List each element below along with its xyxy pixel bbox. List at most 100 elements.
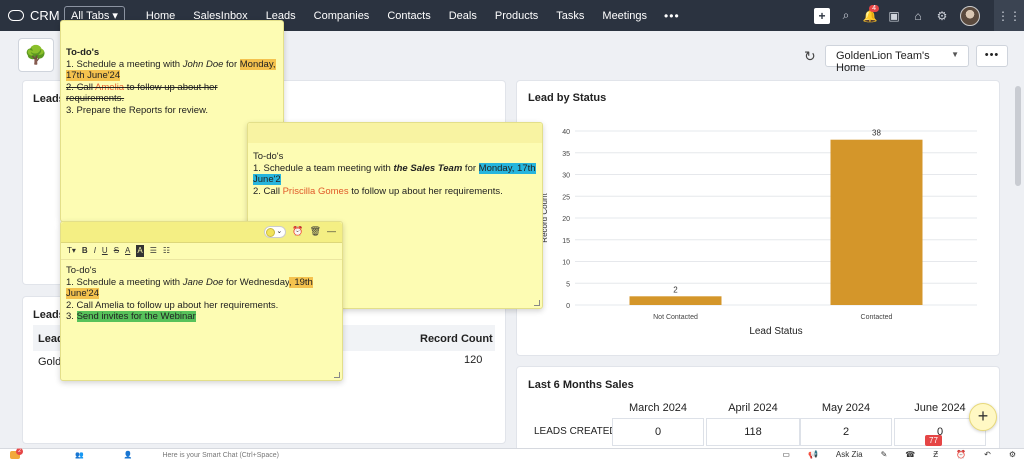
tab-meetings[interactable]: Meetings bbox=[593, 10, 656, 22]
y-tick-label: 15 bbox=[562, 238, 570, 245]
bold-button[interactable]: B bbox=[82, 245, 88, 257]
crm-brand[interactable]: CRM bbox=[0, 8, 62, 23]
user-avatar[interactable] bbox=[960, 5, 980, 26]
note-text: 1. Schedule a meeting with bbox=[66, 58, 183, 70]
note-line-strikethrough: 2. Call Amelia to follow up about her re… bbox=[66, 82, 278, 105]
undo-icon[interactable]: ↶ bbox=[984, 450, 991, 459]
note-title: To-do's bbox=[66, 265, 97, 276]
tab-tasks[interactable]: Tasks bbox=[547, 10, 593, 22]
sales-cell: 0 bbox=[612, 418, 704, 446]
italic-button[interactable]: I bbox=[94, 245, 96, 257]
note-text: for Wednesday bbox=[223, 276, 290, 288]
settings-icon[interactable]: ⚙ bbox=[1009, 450, 1016, 459]
settings-gear-icon[interactable]: ⚙ bbox=[930, 0, 954, 31]
y-tick-label: 0 bbox=[566, 303, 570, 310]
font-size-button[interactable]: T▾ bbox=[67, 245, 76, 257]
alarm-icon[interactable]: ⏰ bbox=[292, 226, 303, 238]
ask-zia-button[interactable]: Ask Zia bbox=[836, 450, 863, 459]
home-view-dropdown[interactable]: GoldenLion Team's Home ▼ bbox=[825, 45, 969, 74]
y-tick-label: 10 bbox=[562, 260, 570, 267]
note-line: 3. Prepare the Reports for review. bbox=[66, 104, 209, 116]
crm-logo-icon bbox=[8, 10, 24, 21]
bar-value-label: 38 bbox=[872, 129, 881, 138]
note-text: 1. Schedule a meeting with bbox=[66, 276, 183, 288]
format-toolbar: T▾ B I U S A A ☰ ☷ bbox=[61, 243, 342, 260]
sticky-note-3[interactable]: ⌄ ⏰ 🗑 — T▾ B I U S A A ☰ ☷ To-do's 1. Sc… bbox=[60, 221, 343, 381]
note-line: 3. Send invites for the Webinar bbox=[66, 311, 337, 323]
screen-share-icon[interactable]: ▭ bbox=[782, 450, 790, 459]
call-icon[interactable]: ☎ bbox=[905, 450, 915, 459]
search-icon[interactable]: ⌕ bbox=[834, 0, 858, 31]
lead-by-status-panel: Lead by Status 0 5 10 15 20 25 30 35 40 Record Co… bbox=[516, 80, 1000, 356]
refresh-icon[interactable]: ↻ bbox=[804, 48, 816, 65]
note-text: Call bbox=[76, 81, 96, 93]
bullet-list-button[interactable]: ☰ bbox=[150, 245, 157, 257]
y-tick-label: 40 bbox=[562, 129, 570, 136]
note-text: 1. Schedule a team meeting with bbox=[253, 162, 394, 174]
tab-companies[interactable]: Companies bbox=[305, 10, 379, 22]
brand-label: CRM bbox=[30, 8, 60, 23]
underline-button[interactable]: U bbox=[102, 245, 108, 257]
page-scrollbar[interactable] bbox=[1015, 86, 1021, 186]
bottom-bar: 2 👥 👤 Here is your Smart Chat (Ctrl+Spac… bbox=[0, 448, 1024, 461]
app-grid-icon[interactable]: ⋮⋮ bbox=[994, 0, 1024, 31]
y-tick-label: 5 bbox=[566, 281, 570, 288]
tab-contacts[interactable]: Contacts bbox=[378, 10, 439, 22]
zia-icon[interactable]: Ƶ bbox=[933, 450, 938, 459]
strikethrough-button[interactable]: S bbox=[114, 245, 119, 257]
highlight-button[interactable]: A bbox=[136, 245, 144, 257]
highlighted-text: Send invites for the Webinar bbox=[76, 311, 196, 322]
yellow-swatch-icon bbox=[266, 227, 276, 237]
table-cell-record-count: 120 bbox=[464, 354, 483, 366]
y-tick-label: 25 bbox=[562, 194, 570, 201]
note-color-picker[interactable]: ⌄ bbox=[264, 226, 287, 238]
x-tick-label: Contacted bbox=[861, 314, 893, 321]
sales-cell: 2 bbox=[800, 418, 892, 446]
chevron-down-icon: ⌄ bbox=[276, 228, 283, 236]
note-line: 2. Call Amelia to follow up about her re… bbox=[66, 299, 279, 311]
numbered-list-button[interactable]: ☷ bbox=[163, 245, 170, 257]
note-text: for bbox=[223, 58, 240, 70]
delete-icon[interactable]: 🗑 bbox=[310, 226, 321, 238]
note-text: to follow up about her requirements. bbox=[348, 185, 503, 197]
note-line: 2. Call Priscilla Gomes to follow up abo… bbox=[253, 186, 537, 198]
bar bbox=[830, 139, 923, 305]
smart-chat-input[interactable]: Here is your Smart Chat (Ctrl+Space) bbox=[162, 452, 279, 459]
home-more-button[interactable]: ••• bbox=[976, 45, 1008, 67]
sales-panel-title: Last 6 Months Sales bbox=[528, 379, 634, 391]
text-color-button[interactable]: A bbox=[125, 245, 130, 257]
y-tick-label: 35 bbox=[562, 151, 570, 158]
calendar-icon[interactable]: ▣ bbox=[882, 0, 906, 31]
tab-deals[interactable]: Deals bbox=[440, 10, 486, 22]
tab-products[interactable]: Products bbox=[486, 10, 547, 22]
note-header bbox=[248, 123, 542, 143]
add-fab-button[interactable]: + bbox=[969, 403, 997, 431]
resize-handle[interactable] bbox=[534, 300, 540, 306]
marketplace-icon[interactable]: ⌂ bbox=[906, 0, 930, 31]
bar bbox=[629, 296, 722, 305]
x-tick-label: Not Contacted bbox=[653, 314, 698, 321]
note-name: Priscilla Gomes bbox=[282, 185, 349, 197]
chat-badge: 2 bbox=[16, 448, 23, 455]
chat-icon[interactable]: 2 bbox=[10, 448, 23, 459]
note-name: Amelia bbox=[95, 81, 125, 93]
notification-bell-icon[interactable]: 🔔 4 bbox=[858, 0, 882, 31]
note-text: 2. Call bbox=[253, 185, 283, 197]
sales-row-label: LEADS CREATED bbox=[534, 426, 617, 437]
y-tick-label: 20 bbox=[562, 216, 570, 223]
create-plus-icon[interactable]: + bbox=[814, 7, 830, 24]
resize-handle[interactable] bbox=[334, 372, 340, 378]
y-tick-label: 30 bbox=[562, 173, 570, 180]
note-team: the Sales Team bbox=[393, 162, 463, 174]
minimize-icon[interactable]: — bbox=[327, 226, 336, 238]
user-icon[interactable]: 👤 bbox=[124, 451, 133, 459]
alarm-clock-icon[interactable]: ⏰ bbox=[956, 450, 966, 459]
x-axis-label: Lead Status bbox=[749, 326, 802, 337]
note-line: 1. Schedule a meeting with Jane Doe for … bbox=[66, 276, 337, 300]
contacts-icon[interactable]: 👥 bbox=[75, 451, 84, 459]
feedback-icon[interactable]: ✎ bbox=[881, 450, 888, 459]
nav-more-button[interactable]: ••• bbox=[656, 9, 688, 23]
note-text: for bbox=[462, 162, 479, 174]
note-title: To-do's bbox=[253, 151, 284, 162]
announce-icon[interactable]: 📢 bbox=[808, 450, 818, 459]
